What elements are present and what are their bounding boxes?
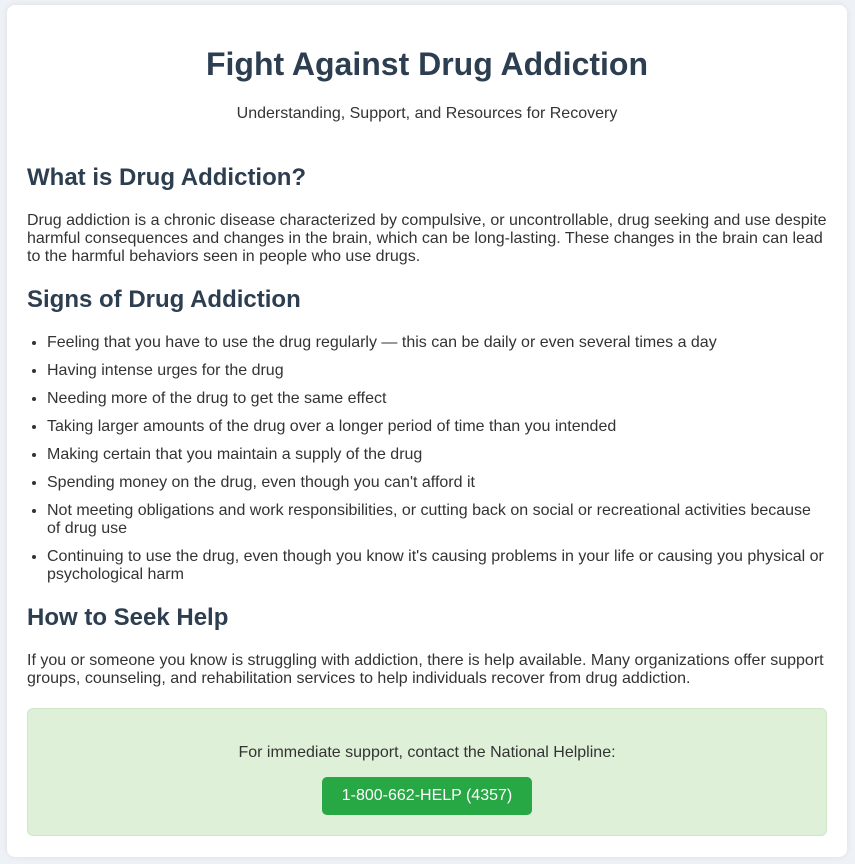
list-item: Having intense urges for the drug: [47, 362, 827, 380]
helpline-call-button[interactable]: 1-800-662-HELP (4357): [321, 777, 533, 815]
list-item: Continuing to use the drug, even though …: [47, 548, 827, 584]
page-subtitle: Understanding, Support, and Resources fo…: [236, 105, 618, 122]
section-text-seek-help: If you or someone you know is struggling…: [27, 652, 824, 687]
list-item: Not meeting obligations and work respons…: [47, 502, 827, 538]
list-item: Spending money on the drug, even though …: [47, 474, 827, 492]
section-heading-seek-help: How to Seek Help: [27, 604, 229, 631]
page-title: Fight Against Drug Addiction: [205, 46, 648, 82]
helpline-text: For immediate support, contact the Natio…: [238, 744, 616, 761]
list-item: Making certain that you maintain a suppl…: [47, 446, 827, 464]
list-item: Needing more of the drug to get the same…: [47, 390, 827, 408]
signs-list: Feeling that you have to use the drug re…: [27, 334, 827, 584]
section-heading-what-is-addiction: What is Drug Addiction?: [27, 164, 307, 191]
list-item: Taking larger amounts of the drug over a…: [47, 418, 827, 436]
section-text-what-is-addiction: Drug addiction is a chronic disease char…: [27, 212, 827, 265]
list-item: Feeling that you have to use the drug re…: [47, 334, 827, 352]
section-heading-signs: Signs of Drug Addiction: [27, 286, 301, 313]
content-card: Fight Against Drug Addiction Understandi…: [7, 5, 847, 857]
helpline-box: For immediate support, contact the Natio…: [27, 708, 827, 836]
